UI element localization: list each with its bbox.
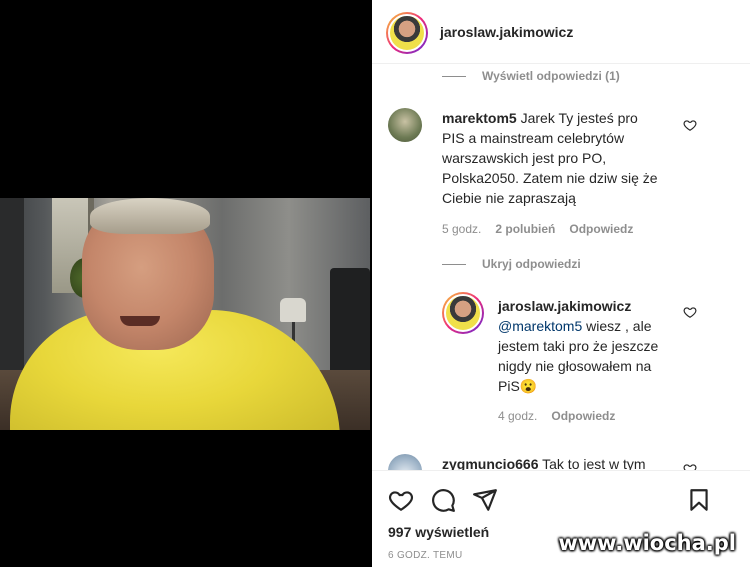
- bookmark-icon[interactable]: [686, 487, 712, 513]
- hide-replies-button[interactable]: Ukryj odpowiedzi: [442, 257, 581, 271]
- comment-line: PIS a mainstream celebrytów: [442, 130, 625, 146]
- site-watermark: www.wiocha.pl: [558, 531, 736, 555]
- reply-line: jestem taki pro że jeszcze: [498, 338, 659, 354]
- comments-list[interactable]: Wyświetl odpowiedzi (1) marektom5 Jarek …: [372, 64, 750, 470]
- comment-line: Tak to jest w tym: [542, 456, 646, 470]
- reply-username[interactable]: jaroslaw.jakimowicz: [498, 298, 631, 314]
- author-avatar[interactable]: [386, 12, 428, 54]
- video-pane: [0, 0, 372, 567]
- reply-meta: 4 godz. Odpowiedz: [498, 409, 615, 423]
- comment-line: Jarek Ty jesteś pro: [520, 110, 638, 126]
- post-header: jaroslaw.jakimowicz: [372, 0, 750, 64]
- comment-line: Polska2050. Zatem nie dziw się że: [442, 170, 658, 186]
- reply-line: wiesz , ale: [586, 318, 652, 334]
- comment-username[interactable]: zygmuncio666: [442, 456, 538, 470]
- comment-line: warszawskich jest pro PO,: [442, 150, 607, 166]
- share-icon[interactable]: [472, 487, 498, 513]
- reply-line: nigdy nie głosowałem na: [498, 358, 652, 374]
- comment-time[interactable]: 5 godz.: [442, 222, 481, 236]
- post-timestamp[interactable]: 6 GODZ. TEMU: [388, 550, 463, 561]
- heart-icon[interactable]: [683, 462, 697, 470]
- author-username[interactable]: jaroslaw.jakimowicz: [440, 24, 573, 40]
- comment-body: marektom5 Jarek Ty jesteś pro PIS a main…: [442, 108, 712, 208]
- comment-avatar[interactable]: [388, 454, 422, 470]
- comment-meta: 5 godz. 2 polubień Odpowiedz: [442, 222, 633, 236]
- reply-line: PiS😮: [498, 378, 538, 394]
- comment-avatar[interactable]: [388, 108, 422, 142]
- reply-time[interactable]: 4 godz.: [498, 409, 537, 423]
- post-panel: jaroslaw.jakimowicz Wyświetl odpowiedzi …: [372, 0, 750, 567]
- reply-avatar[interactable]: [442, 292, 484, 334]
- view-count[interactable]: 997 wyświetleń: [388, 524, 489, 540]
- reply-body: jaroslaw.jakimowicz @marektom5 wiesz , a…: [498, 296, 698, 396]
- person-hair: [90, 198, 210, 234]
- comment-username[interactable]: marektom5: [442, 110, 517, 126]
- hide-replies-label: Ukryj odpowiedzi: [482, 257, 581, 271]
- divider-dash: [442, 75, 466, 77]
- comment-body: zygmuncio666 Tak to jest w tym: [442, 454, 712, 470]
- heart-icon[interactable]: [683, 305, 697, 319]
- view-replies-label: Wyświetl odpowiedzi (1): [482, 69, 620, 83]
- comment-icon[interactable]: [430, 487, 456, 513]
- video-player[interactable]: [0, 198, 370, 430]
- comment-likes[interactable]: 2 polubień: [495, 222, 555, 236]
- view-replies-button[interactable]: Wyświetl odpowiedzi (1): [442, 69, 620, 83]
- person-mouth: [120, 316, 160, 326]
- video-person: [10, 198, 350, 430]
- mention-link[interactable]: @marektom5: [498, 318, 582, 334]
- heart-icon[interactable]: [683, 118, 697, 132]
- divider-dash: [442, 263, 466, 265]
- reply-button[interactable]: Odpowiedz: [551, 409, 615, 423]
- heart-icon[interactable]: [388, 487, 414, 513]
- comment-line: Ciebie nie zapraszają: [442, 190, 576, 206]
- reply-button[interactable]: Odpowiedz: [569, 222, 633, 236]
